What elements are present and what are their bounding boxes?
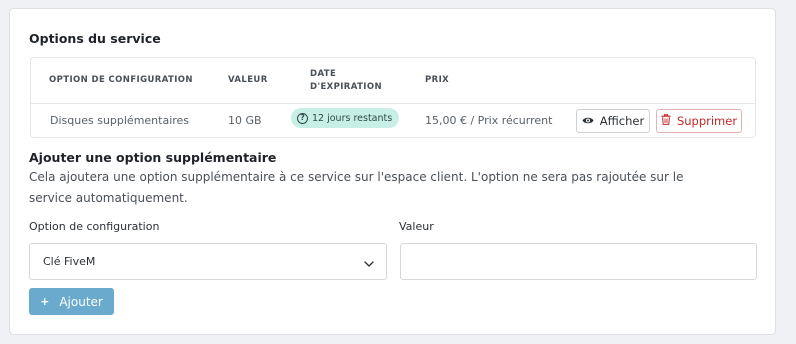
cell-config: Disques supplémentaires <box>50 114 190 127</box>
column-header-expiration: DATE D'EXPIRATION <box>310 68 382 94</box>
options-table: OPTION DE CONFIGURATION VALEUR DATE D'EX… <box>30 57 756 138</box>
table-row-divider <box>31 103 755 104</box>
chevron-down-icon <box>364 257 374 270</box>
config-select-value: Clé FiveM <box>43 255 96 268</box>
add-option-description: Cela ajoutera une option supplémentaire … <box>29 170 684 205</box>
trash-icon <box>661 113 671 128</box>
column-header-expiration-line1: DATE <box>310 69 337 79</box>
view-button-label: Afficher <box>599 114 645 128</box>
service-options-card: Options du service OPTION DE CONFIGURATI… <box>9 8 776 335</box>
add-option-button[interactable]: + Ajouter <box>29 288 114 315</box>
section-title: Options du service <box>29 31 161 46</box>
config-select[interactable]: Clé FiveM <box>29 243 387 280</box>
expiration-badge: ? 12 jours restants <box>291 108 400 128</box>
eye-icon <box>582 114 594 128</box>
add-option-button-label: Ajouter <box>59 294 103 309</box>
value-field-label: Valeur <box>399 220 434 233</box>
question-circle-icon: ? <box>297 112 308 124</box>
column-header-price: PRIX <box>425 75 450 85</box>
add-option-title: Ajouter une option supplémentaire <box>29 150 277 165</box>
column-header-config: OPTION DE CONFIGURATION <box>49 75 193 85</box>
delete-button-label: Supprimer <box>676 114 738 128</box>
column-header-value: VALEUR <box>228 75 268 85</box>
delete-button[interactable]: Supprimer <box>656 109 742 133</box>
cell-value: 10 GB <box>228 114 262 127</box>
plus-icon: + <box>40 295 50 308</box>
config-field-label: Option de configuration <box>29 220 160 233</box>
value-input[interactable] <box>400 243 757 280</box>
column-header-expiration-line2: D'EXPIRATION <box>310 82 382 92</box>
cell-price: 15,00 € / Prix récurrent <box>425 114 553 127</box>
expiration-badge-label: 12 jours restants <box>312 112 393 124</box>
view-button[interactable]: Afficher <box>576 109 650 133</box>
